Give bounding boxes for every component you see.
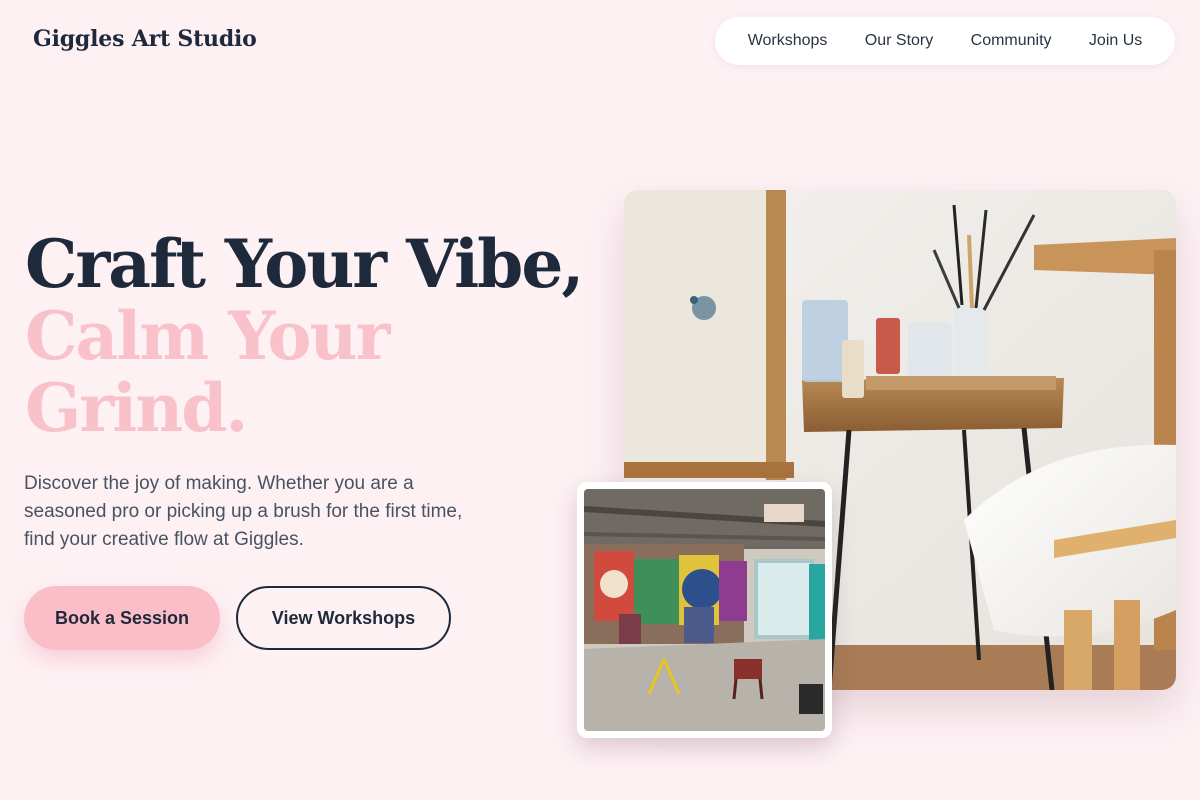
nav-workshops[interactable]: Workshops: [748, 32, 828, 50]
book-session-button[interactable]: Book a Session: [24, 586, 220, 650]
hero-headline: Craft Your Vibe, Calm Your Grind.: [25, 228, 585, 444]
hero-description: Discover the joy of making. Whether you …: [24, 473, 463, 550]
brand-logo[interactable]: Giggles Art Studio: [33, 26, 257, 52]
headline-line-2: Calm Your: [25, 297, 390, 375]
headline-line-1: Craft Your Vibe,: [25, 225, 584, 303]
view-workshops-button[interactable]: View Workshops: [236, 586, 451, 650]
nav-our-story[interactable]: Our Story: [865, 32, 933, 50]
nav-community[interactable]: Community: [971, 32, 1052, 50]
nav-join-us[interactable]: Join Us: [1089, 32, 1142, 50]
landing-page: Giggles Art Studio Workshops Our Story C…: [0, 0, 1200, 800]
headline-line-3: Grind.: [25, 369, 248, 447]
graffiti-studio-photo: [584, 489, 825, 731]
studio-photo-frame: [577, 482, 832, 738]
main-nav: Workshops Our Story Community Join Us: [715, 17, 1175, 65]
